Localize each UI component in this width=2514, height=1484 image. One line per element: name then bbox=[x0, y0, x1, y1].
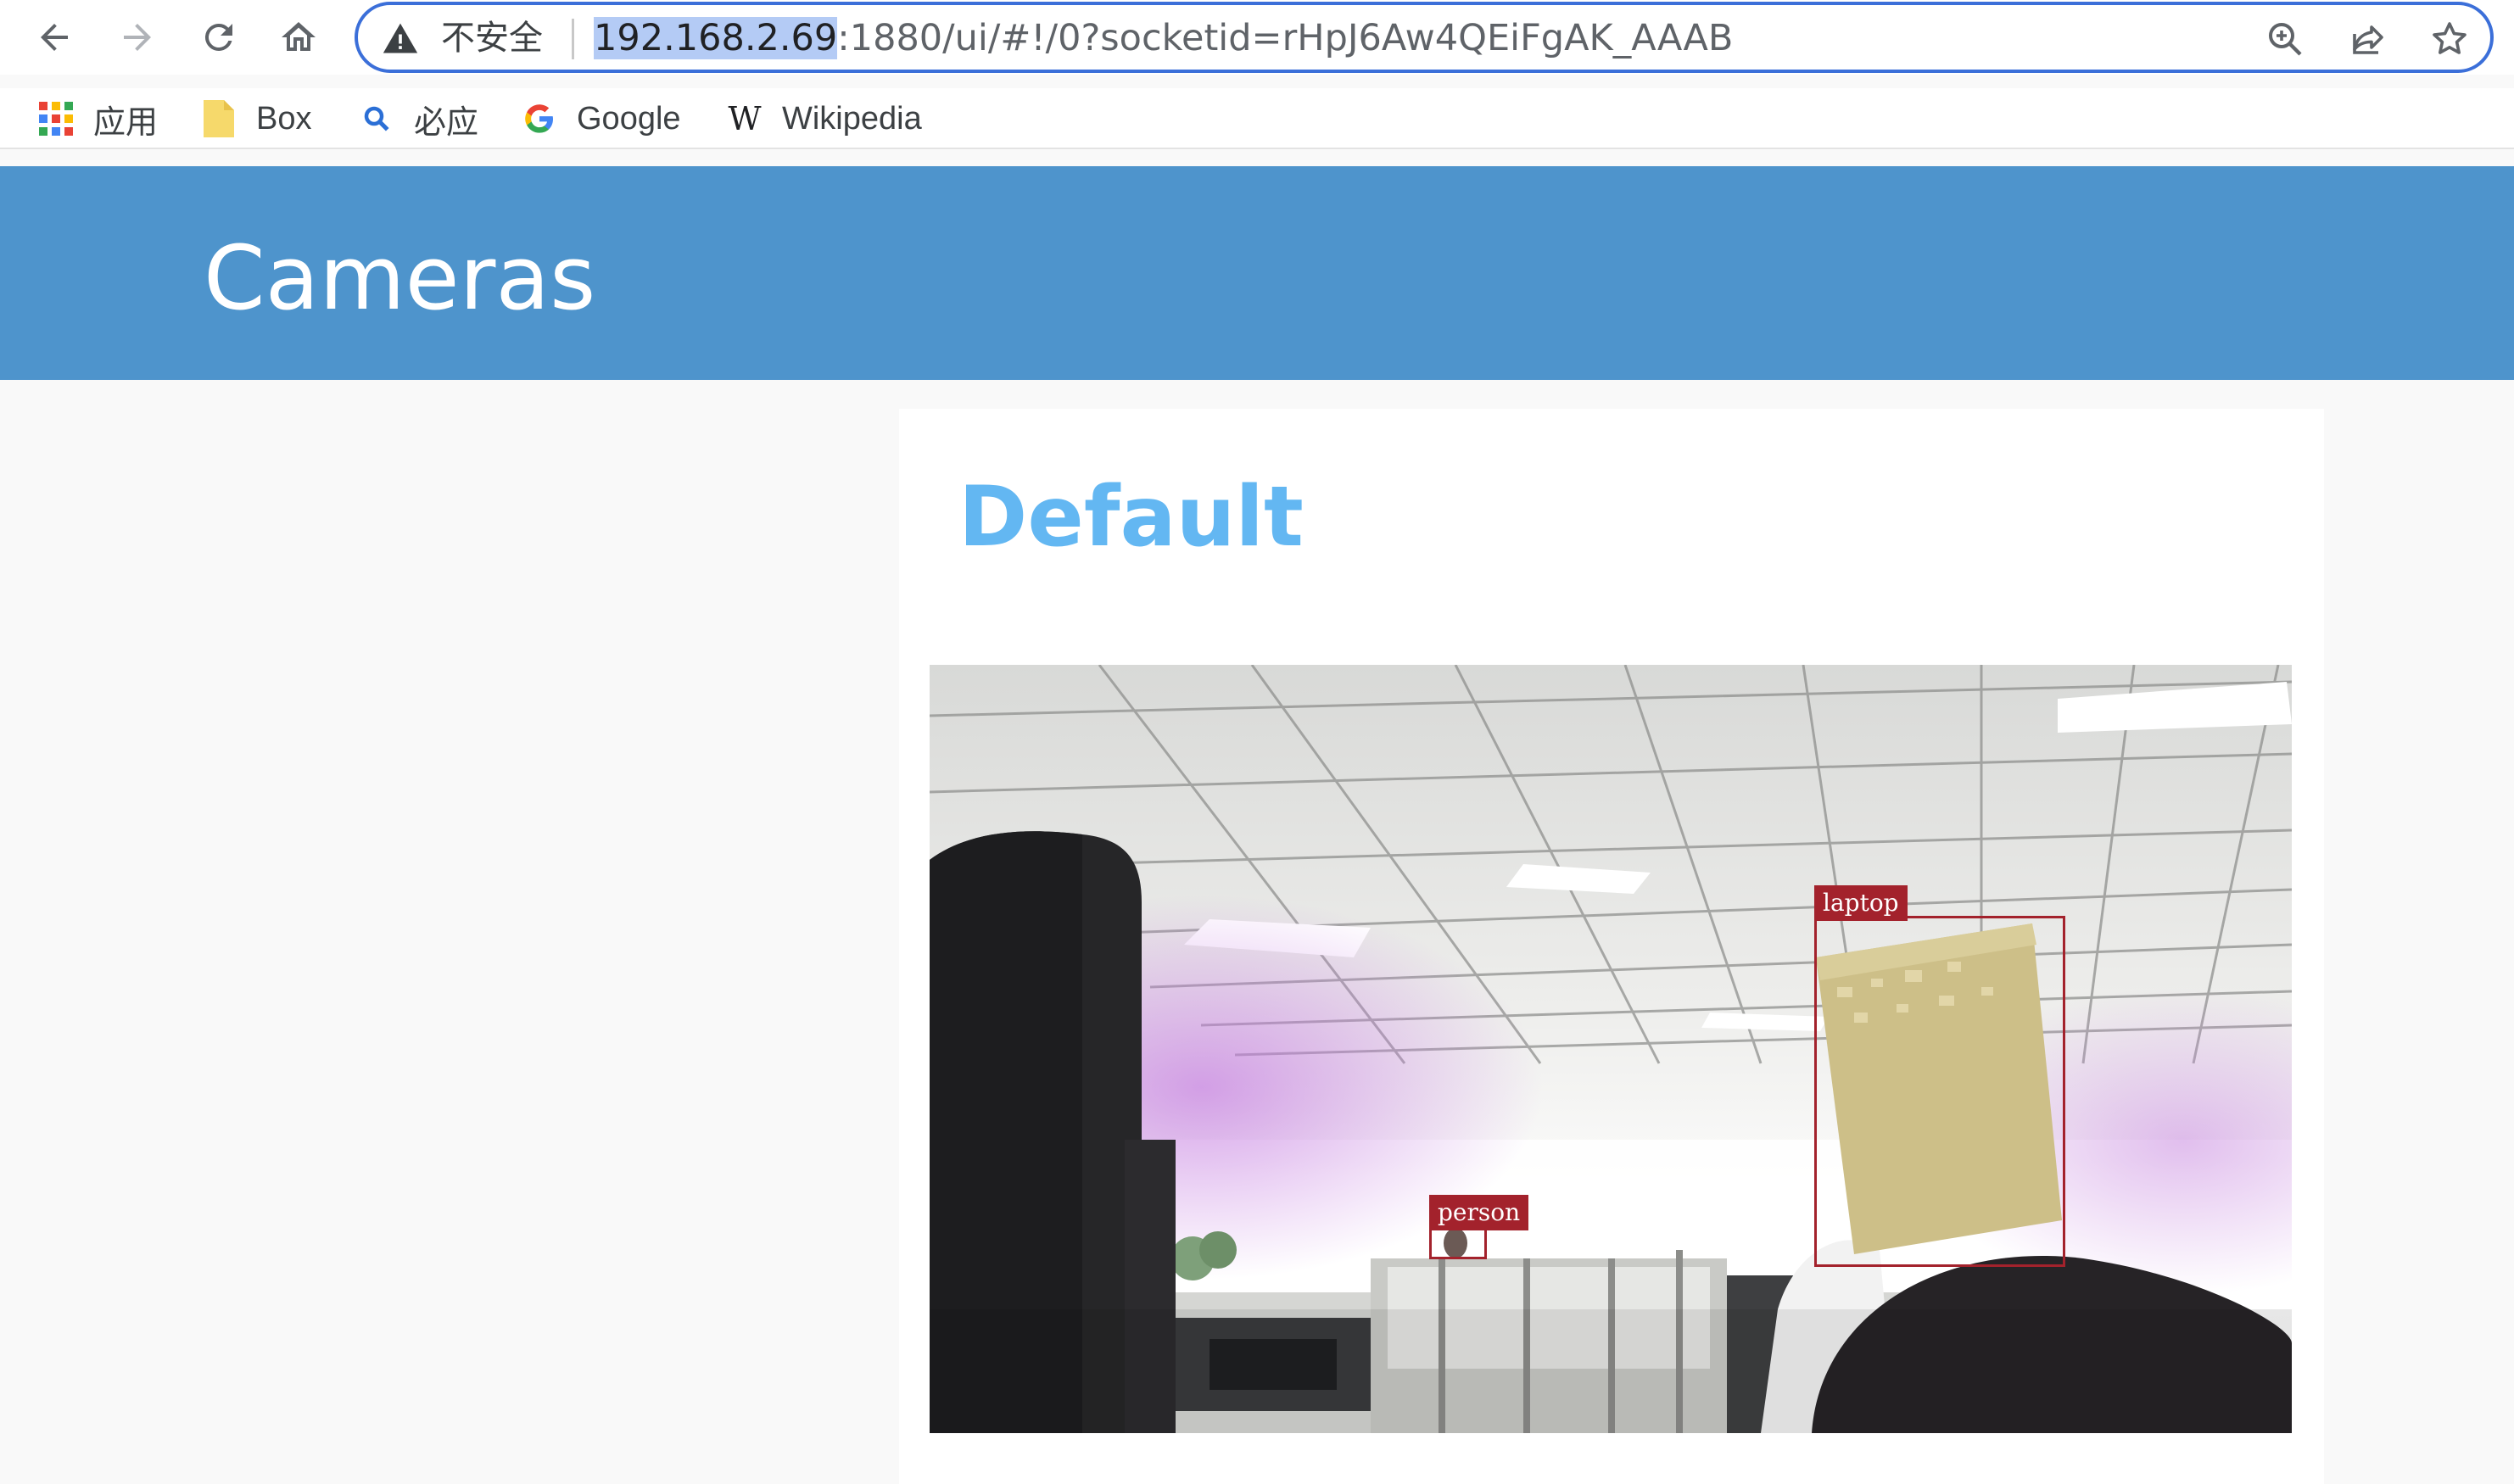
url-path: :1880/ui/#!/0?socketid=rHpJ6Aw4QEiFgAK_A… bbox=[837, 17, 1734, 59]
back-button[interactable] bbox=[24, 7, 85, 68]
bing-search-icon bbox=[358, 100, 395, 137]
bookmark-label: Google bbox=[577, 100, 681, 137]
forward-button[interactable] bbox=[107, 7, 168, 68]
apps-grid-icon bbox=[37, 100, 75, 137]
omnibox-divider bbox=[572, 19, 574, 59]
bookmark-google[interactable]: Google bbox=[521, 97, 681, 141]
arrow-right-icon bbox=[124, 24, 151, 51]
bookmark-label: 应用 bbox=[93, 104, 159, 141]
star-icon[interactable] bbox=[2429, 19, 2470, 59]
bookmark-wikipedia[interactable]: W Wikipedia bbox=[726, 97, 922, 141]
home-button[interactable] bbox=[268, 7, 329, 68]
page-title: Cameras bbox=[204, 226, 596, 330]
detection-box-person bbox=[1429, 1227, 1487, 1259]
detection-label-person: person bbox=[1429, 1195, 1529, 1230]
bookmark-apps[interactable]: 应用 bbox=[37, 97, 158, 141]
bookmark-box[interactable]: Box bbox=[200, 97, 311, 141]
share-icon[interactable] bbox=[2348, 19, 2388, 59]
bookmarks-bar: 应用 Box 必应 Google W Wikipedia bbox=[0, 88, 2514, 149]
browser-toolbar: 不安全 192.168.2.69:1880/ui/#!/0?socketid=r… bbox=[0, 0, 2514, 75]
camera-feed: laptop person bbox=[930, 665, 2292, 1433]
folder-icon bbox=[200, 100, 237, 137]
wikipedia-icon: W bbox=[728, 100, 762, 137]
security-status-label[interactable]: 不安全 bbox=[441, 17, 543, 59]
google-icon bbox=[521, 100, 558, 137]
reload-button[interactable] bbox=[188, 7, 249, 68]
warning-icon[interactable] bbox=[382, 20, 419, 58]
detection-box-laptop bbox=[1814, 916, 2065, 1267]
reload-icon bbox=[204, 23, 232, 51]
zoom-icon[interactable] bbox=[2265, 19, 2305, 59]
bookmark-label: 必应 bbox=[414, 104, 479, 141]
bookmark-label: Box bbox=[256, 100, 312, 137]
url-text[interactable]: 192.168.2.69:1880/ui/#!/0?socketid=rHpJ6… bbox=[594, 17, 1733, 59]
arrow-left-icon bbox=[41, 24, 68, 51]
home-icon bbox=[282, 22, 316, 51]
dashboard-header: Cameras bbox=[0, 166, 2514, 380]
url-host-selected: 192.168.2.69 bbox=[594, 17, 838, 59]
detection-label-laptop: laptop bbox=[1814, 885, 1908, 921]
camera-image bbox=[930, 665, 2292, 1433]
bookmark-bing[interactable]: 必应 bbox=[358, 97, 478, 141]
address-bar[interactable]: 不安全 192.168.2.69:1880/ui/#!/0?socketid=r… bbox=[355, 2, 2494, 73]
bookmark-label: Wikipedia bbox=[782, 100, 922, 137]
camera-card: Default laptop person bbox=[899, 409, 2324, 1484]
card-title: Default bbox=[958, 469, 1304, 566]
